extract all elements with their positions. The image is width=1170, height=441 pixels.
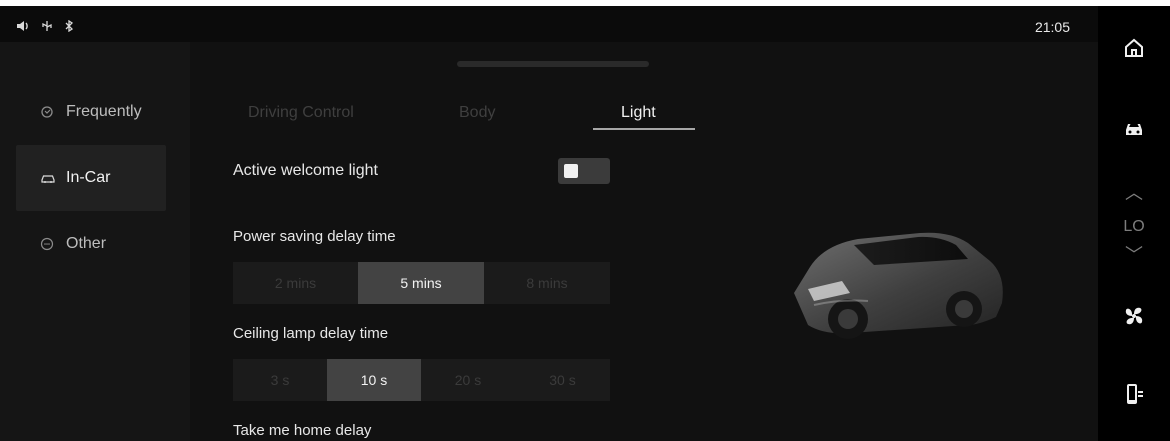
car-icon xyxy=(1122,117,1146,144)
sidebar-item-other[interactable]: Other xyxy=(16,211,166,277)
ceiling-lamp-option-10[interactable]: 10 s xyxy=(327,359,421,401)
power-saving-option-5[interactable]: 5 mins xyxy=(358,262,484,304)
power-saving-delay-label: Power saving delay time xyxy=(233,228,396,245)
take-me-home-delay-label: Take me home delay xyxy=(233,422,372,439)
home-button[interactable] xyxy=(1098,28,1170,72)
ceiling-lamp-option-20[interactable]: 20 s xyxy=(421,359,515,401)
temperature-readout: LO xyxy=(1123,218,1145,235)
power-saving-option-2[interactable]: 2 mins xyxy=(233,262,358,304)
sidebar-item-in-car[interactable]: In-Car xyxy=(16,145,166,211)
clock: 21:05 xyxy=(1034,19,1070,35)
active-welcome-light-label: Active welcome light xyxy=(233,162,378,179)
sidebar-item-frequently[interactable]: Frequently xyxy=(16,79,166,145)
tab-body[interactable]: Body xyxy=(459,104,495,134)
chevron-down-icon: ﹀ xyxy=(1125,245,1143,265)
app-frame: 21:05 Frequently In-Car Other Driving Co… xyxy=(0,0,1170,441)
vehicle-image xyxy=(780,207,1010,347)
fan-button[interactable] xyxy=(1098,296,1170,340)
right-rail: ︿ LO ﹀ xyxy=(1098,6,1170,441)
usb-icon xyxy=(41,20,53,34)
ceiling-lamp-option-30[interactable]: 30 s xyxy=(515,359,610,401)
drag-handle[interactable] xyxy=(457,61,649,67)
sidebar-item-label: Frequently xyxy=(66,103,142,120)
fan-icon xyxy=(1122,304,1146,333)
ceiling-lamp-option-3[interactable]: 3 s xyxy=(233,359,327,401)
main-content: Driving Control Body Light Active welcom… xyxy=(190,42,1098,441)
home-icon xyxy=(1123,37,1145,64)
car-outline-icon xyxy=(40,171,55,185)
temp-down-button[interactable]: ﹀ xyxy=(1098,246,1170,264)
tab-driving-control[interactable]: Driving Control xyxy=(248,104,354,134)
temp-up-button[interactable]: ︿ xyxy=(1098,184,1170,202)
sidebar: Frequently In-Car Other xyxy=(0,42,190,441)
bluetooth-icon xyxy=(64,19,74,34)
ceiling-lamp-delay-selector: 3 s 10 s 20 s 30 s xyxy=(233,359,610,401)
status-bar: 21:05 xyxy=(0,6,1098,42)
toggle-knob xyxy=(564,164,578,178)
phone-link-icon xyxy=(1123,382,1145,411)
power-saving-option-8[interactable]: 8 mins xyxy=(484,262,610,304)
dots-circle-icon xyxy=(40,237,54,251)
tab-bar: Driving Control Body Light xyxy=(248,104,708,134)
sidebar-item-label: Other xyxy=(66,235,107,252)
gear-icon xyxy=(40,105,54,119)
tab-underline xyxy=(593,128,695,130)
speaker-icon xyxy=(16,20,30,34)
sidebar-item-label: In-Car xyxy=(66,169,111,186)
status-icons xyxy=(16,19,74,34)
ceiling-lamp-delay-label: Ceiling lamp delay time xyxy=(233,325,389,342)
chevron-up-icon: ︿ xyxy=(1125,183,1143,203)
phone-link-button[interactable] xyxy=(1098,374,1170,418)
vehicle-button[interactable] xyxy=(1098,108,1170,152)
power-saving-delay-selector: 2 mins 5 mins 8 mins xyxy=(233,262,610,304)
active-welcome-light-toggle[interactable] xyxy=(558,158,610,184)
